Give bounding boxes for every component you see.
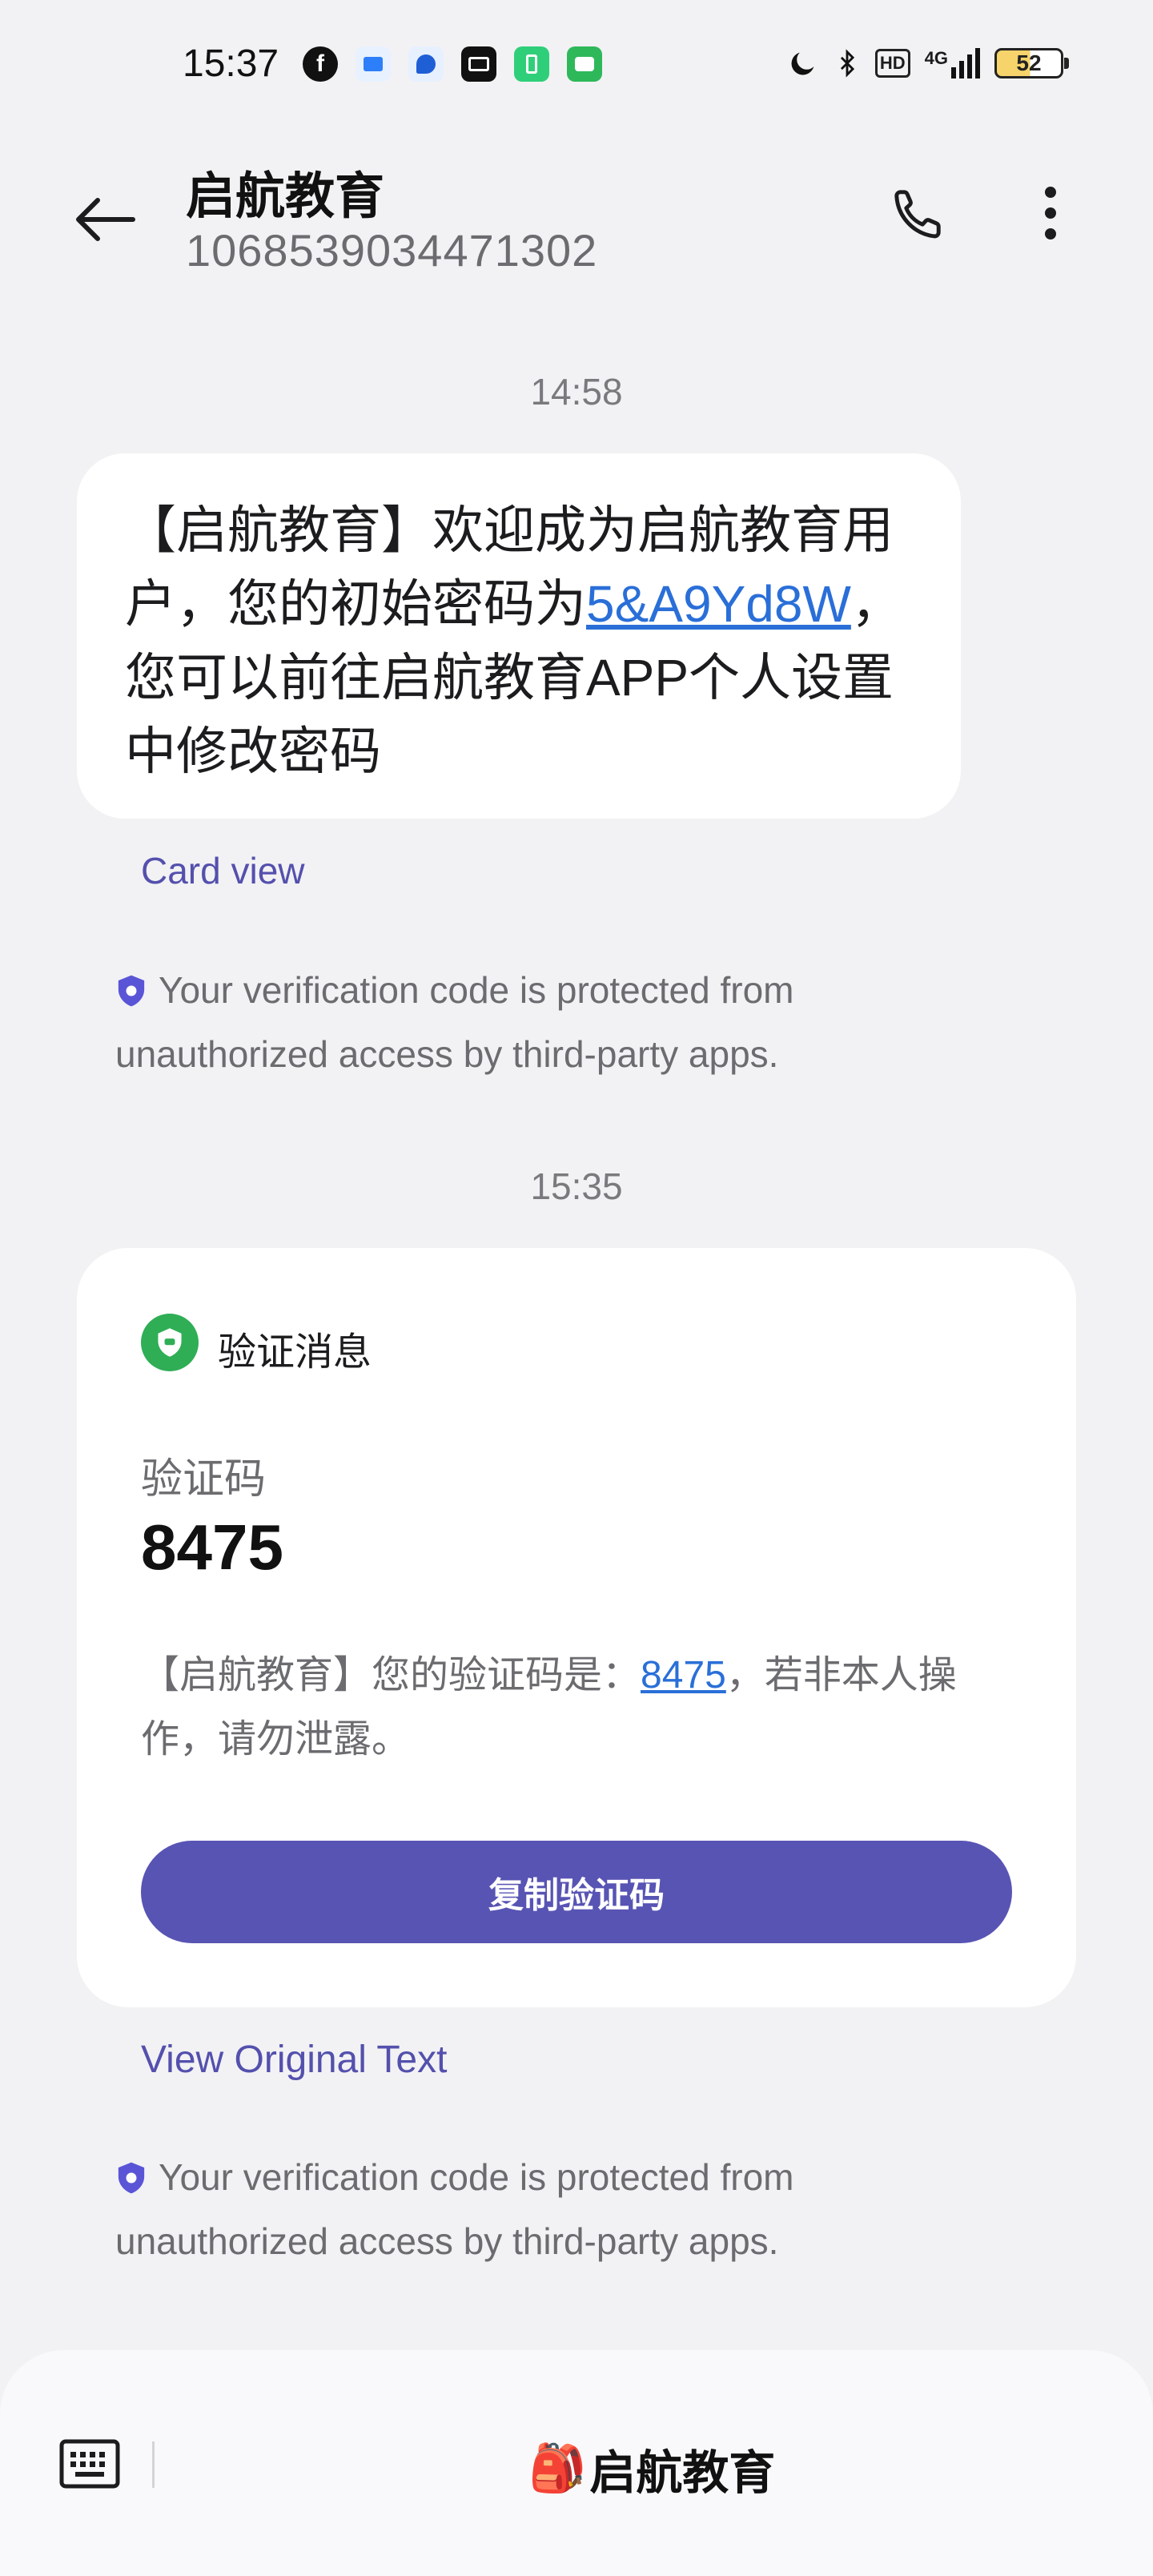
hd-icon: HD (874, 49, 910, 78)
back-arrow-icon (76, 198, 135, 241)
more-vertical-icon (1045, 187, 1056, 239)
system-status: HD 4G 52 (787, 46, 1069, 80)
message-timestamp: 15:35 (530, 1165, 623, 1207)
message-text: 【启航教育】欢迎成为启航教育用户，您的初始密码为5&A9Yd8W，您可以前往启航… (125, 501, 902, 780)
messages-icon (567, 46, 602, 82)
battery-saver-icon (514, 46, 549, 82)
contact-number: 1068539034471302 (186, 225, 598, 276)
service-menu-title[interactable]: 🎒 启航教育 (528, 2435, 775, 2502)
verification-code[interactable]: 8475 (141, 1511, 283, 1584)
password-link[interactable]: 5&A9Yd8W (586, 575, 851, 633)
battery-icon: 52 (994, 48, 1069, 78)
status-time: 15:37 (183, 42, 279, 85)
app-icon (356, 46, 391, 82)
protection-notice: Your verification code is protected from… (115, 969, 794, 1075)
protection-notice: Your verification code is protected from… (115, 2156, 794, 2262)
code-label: 验证码 (141, 1456, 267, 1503)
battery-level: 52 (1016, 50, 1042, 75)
notification-icons: f (303, 46, 602, 82)
divider (152, 2441, 155, 2488)
contact-name: 启航教育 (186, 169, 385, 224)
shield-icon (118, 2162, 145, 2194)
bluetooth-icon (840, 49, 854, 78)
4g-signal-icon: 4G (925, 48, 980, 78)
back-button[interactable] (67, 183, 141, 256)
message-bubble[interactable]: 【启航教育】欢迎成为启航教育用户，您的初始密码为5&A9Yd8W，您可以前往启航… (77, 453, 961, 819)
moon-icon (791, 52, 814, 75)
call-button[interactable] (881, 176, 954, 250)
verified-shield-icon (141, 1314, 199, 1371)
code-link[interactable]: 8475 (641, 1654, 726, 1697)
card-title: 验证消息 (218, 1331, 372, 1374)
shield-icon (118, 975, 145, 1007)
more-options-button[interactable] (1014, 176, 1087, 250)
card-body-text: 【启航教育】您的验证码是：8475，若非本人操作，请勿泄露。 (141, 1654, 957, 1761)
keyboard-toggle-button[interactable] (58, 2432, 122, 2496)
mail-icon (461, 46, 496, 82)
message-timestamp: 14:58 (530, 371, 623, 413)
messenger-icon (408, 46, 444, 82)
phone-icon (894, 190, 941, 239)
view-original-text-link[interactable]: View Original Text (141, 2038, 447, 2082)
brand-label: 启航教育 (589, 2447, 776, 2499)
copy-code-button[interactable]: 复制验证码 (141, 1841, 1012, 1943)
facebook-icon: f (303, 46, 338, 82)
keyboard-icon (59, 2439, 120, 2489)
card-view-link[interactable]: Card view (141, 849, 305, 892)
backpack-icon: 🎒 (528, 2442, 587, 2494)
